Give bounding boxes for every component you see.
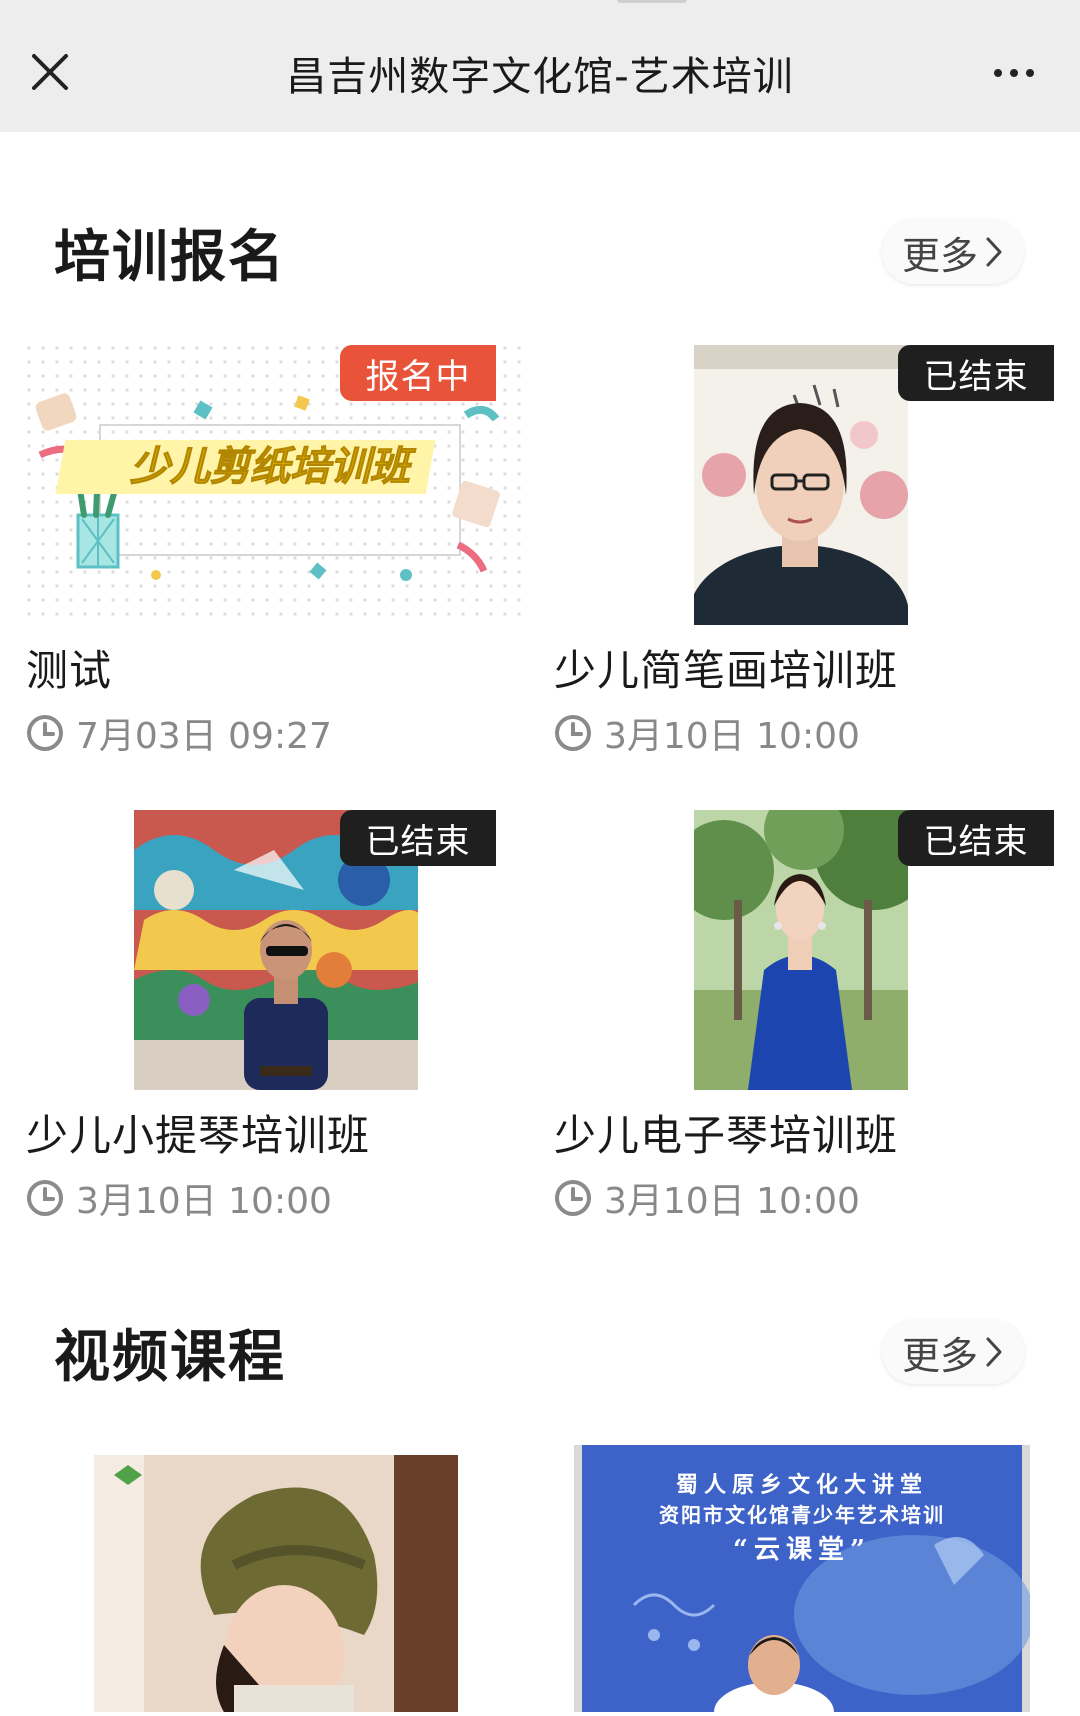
video-section-title: 视频课程 (54, 1325, 286, 1390)
video-course-card[interactable]: 蜀人原乡文化大讲堂 资阳市文化馆青少年艺术培训 “云课堂” (574, 1445, 1034, 1716)
more-menu-button[interactable] (984, 58, 1044, 88)
page-title: 昌吉州数字文化馆-艺术培训 (286, 54, 794, 100)
clock-icon (555, 1180, 591, 1216)
chevron-right-icon (986, 237, 1002, 267)
training-card[interactable]: 已结束 少儿小提琴培训班 3月10日 10:00 (26, 810, 526, 1222)
clock-icon (555, 715, 591, 751)
status-badge: 已结束 (340, 810, 496, 866)
card-time: 3月10日 10:00 (554, 707, 860, 759)
time-text: 7月03日 09:27 (76, 716, 332, 757)
card-title: 少儿简笔画培训班 (554, 646, 899, 695)
card-thumbnail (694, 345, 908, 625)
card-time: 3月10日 10:00 (554, 1172, 860, 1224)
time-text: 3月10日 10:00 (604, 716, 860, 757)
status-badge: 已结束 (898, 810, 1054, 866)
more-dots-icon (994, 69, 1002, 77)
close-icon (32, 54, 68, 90)
status-badge: 已结束 (898, 345, 1054, 401)
training-card[interactable]: 已结束 少儿简笔画培训班 3月10日 10:00 (554, 345, 1054, 757)
time-text: 3月10日 10:00 (76, 1181, 332, 1222)
training-more-button[interactable]: 更多 (882, 220, 1024, 284)
card-title: 测试 (26, 646, 113, 695)
video-more-button[interactable]: 更多 (882, 1320, 1024, 1384)
more-label: 更多 (901, 1333, 978, 1378)
course-thumbnail (94, 1455, 458, 1716)
clock-icon (27, 715, 63, 751)
close-button[interactable] (24, 46, 76, 98)
training-card[interactable]: 已结束 少儿电子琴培训班 3月10日 10:00 (554, 810, 1054, 1222)
card-thumbnail (694, 810, 908, 1090)
more-label: 更多 (901, 233, 978, 278)
training-section-title: 培训报名 (54, 225, 286, 290)
clock-icon (27, 1180, 63, 1216)
course-banner-line: 资阳市文化馆青少年艺术培训 (659, 1503, 945, 1527)
status-notch (617, 0, 687, 3)
card-title: 少儿电子琴培训班 (554, 1111, 899, 1160)
video-course-card[interactable] (94, 1455, 458, 1716)
training-card[interactable]: 少儿剪纸培训班 报名中 测试 7月03日 09:27 (26, 345, 526, 757)
course-banner-line: 蜀人原乡文化大讲堂 (675, 1472, 928, 1498)
card-time: 7月03日 09:27 (26, 707, 332, 759)
banner-title: 少儿剪纸培训班 (130, 444, 417, 490)
course-banner-line: “云课堂” (733, 1535, 871, 1565)
status-badge: 报名中 (340, 345, 496, 401)
card-time: 3月10日 10:00 (26, 1172, 332, 1224)
chevron-right-icon (986, 1337, 1002, 1367)
top-bar: 昌吉州数字文化馆-艺术培训 (0, 0, 1080, 132)
time-text: 3月10日 10:00 (604, 1181, 860, 1222)
card-title: 少儿小提琴培训班 (26, 1111, 371, 1160)
